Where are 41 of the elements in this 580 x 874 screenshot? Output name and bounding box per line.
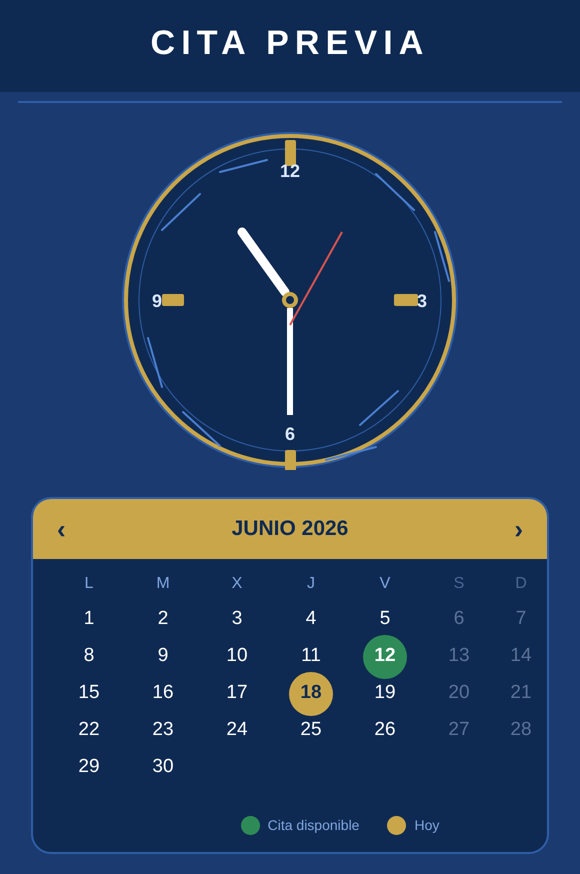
next-month-button[interactable]: › bbox=[510, 510, 527, 548]
calendar-day[interactable]: 25 bbox=[300, 716, 322, 745]
calendar-day[interactable]: 12 bbox=[363, 634, 407, 678]
weekday-label: M bbox=[156, 574, 170, 594]
page-title: CITA PREVIA bbox=[150, 22, 430, 64]
clock-center bbox=[282, 292, 298, 308]
calendar-day[interactable]: 10 bbox=[226, 642, 248, 671]
calendar-day[interactable]: 19 bbox=[374, 679, 396, 708]
calendar-day[interactable]: 5 bbox=[380, 605, 390, 634]
clock-numeral: 12 bbox=[280, 161, 300, 181]
clock-numeral: 6 bbox=[285, 424, 295, 444]
calendar-day[interactable]: 2 bbox=[158, 605, 168, 634]
calendar-day[interactable]: 4 bbox=[306, 605, 316, 634]
weekday-label: J bbox=[307, 574, 315, 594]
calendar-day[interactable]: 17 bbox=[226, 679, 248, 708]
hour-hand bbox=[238, 228, 290, 296]
calendar-day[interactable]: 16 bbox=[152, 679, 174, 708]
calendar-day[interactable]: 11 bbox=[301, 642, 321, 671]
legend-label: Hoy bbox=[414, 816, 440, 835]
calendar-day[interactable]: 26 bbox=[374, 716, 396, 745]
legend-label: Cita disponible bbox=[268, 816, 360, 835]
clock-numeral: 9 bbox=[152, 291, 162, 311]
calendar-day[interactable]: 9 bbox=[158, 642, 168, 671]
weekday-label: V bbox=[380, 574, 390, 594]
calendar-day[interactable]: 8 bbox=[84, 642, 94, 671]
weekday-label: D bbox=[515, 574, 527, 594]
month-title: JUNIO 2026 bbox=[232, 516, 348, 542]
calendar-day[interactable]: 1 bbox=[84, 605, 94, 634]
calendar-day[interactable]: 29 bbox=[78, 753, 100, 782]
calendar-day[interactable]: 18 bbox=[289, 672, 333, 716]
calendar-day[interactable]: 22 bbox=[78, 716, 100, 745]
calendar-day[interactable]: 24 bbox=[226, 716, 248, 745]
calendar-day[interactable]: 3 bbox=[232, 605, 242, 634]
calendar-day[interactable]: 15 bbox=[78, 679, 100, 708]
weekday-label: L bbox=[84, 574, 94, 594]
calendar-day[interactable]: 23 bbox=[152, 716, 174, 745]
weekday-label: X bbox=[232, 574, 242, 594]
clock-numeral: 3 bbox=[417, 291, 427, 311]
weekday-label: S bbox=[454, 574, 464, 594]
calendar-day[interactable]: 30 bbox=[152, 753, 174, 782]
previous-month-button[interactable]: ‹ bbox=[53, 510, 70, 548]
